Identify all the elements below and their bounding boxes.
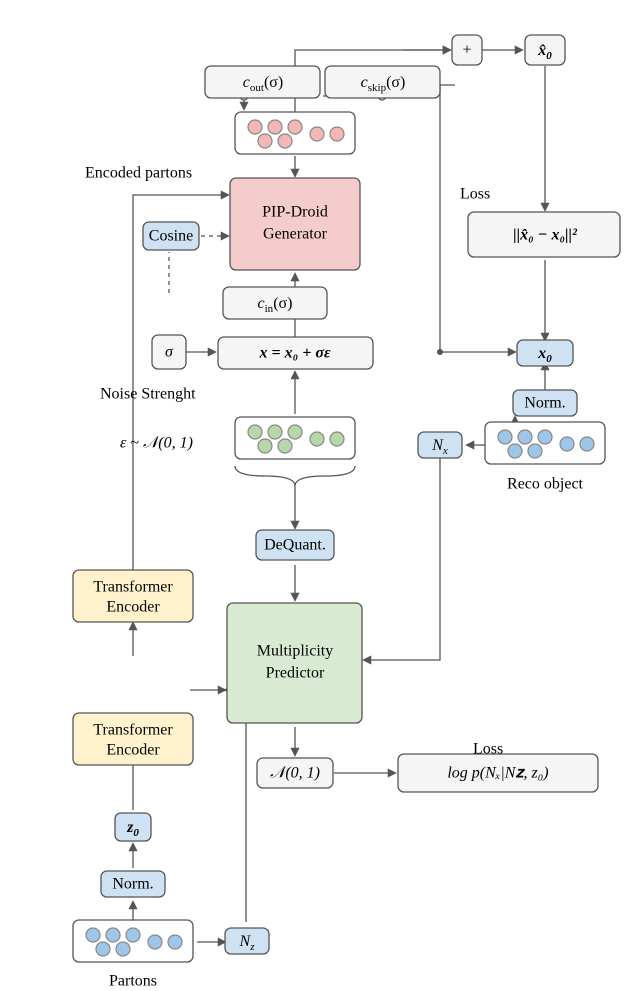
svg-text:cin(σ): cin(σ) xyxy=(258,295,293,315)
svg-text:DeQuant.: DeQuant. xyxy=(264,537,326,554)
svg-text:Norm.: Norm. xyxy=(524,395,565,412)
reco-label: Reco object xyxy=(507,476,584,493)
svg-text:Multiplicity: Multiplicity xyxy=(257,643,333,660)
svg-text:Cosine: Cosine xyxy=(149,228,193,245)
svg-text:Predictor: Predictor xyxy=(266,665,325,682)
svg-text:PIP-Droid: PIP-Droid xyxy=(262,204,328,221)
svg-text:+: + xyxy=(462,42,471,59)
svg-text:Encoder: Encoder xyxy=(106,599,160,616)
svg-text:σ: σ xyxy=(165,344,174,361)
noise-strength-label: Noise Strenght xyxy=(100,386,196,403)
eps-label: ε ~ 𝒩(0, 1) xyxy=(120,435,193,452)
svg-text:||x̂₀ − x₀||²: ||x̂₀ − x₀||² xyxy=(513,227,578,244)
svg-text:Generator: Generator xyxy=(263,226,328,243)
svg-text:Encoder: Encoder xyxy=(106,742,160,759)
svg-text:x = x₀ + σε: x = x₀ + σε xyxy=(259,345,331,362)
loss1-label: Loss xyxy=(460,186,490,203)
svg-text:𝒩(0, 1): 𝒩(0, 1) xyxy=(270,765,320,782)
svg-text:Transformer: Transformer xyxy=(93,579,173,596)
pip-droid-generator xyxy=(230,178,360,270)
multiplicity-predictor xyxy=(227,603,362,723)
svg-text:Transformer: Transformer xyxy=(93,722,173,739)
svg-text:cout(σ): cout(σ) xyxy=(243,74,283,94)
encoded-partons-label: Encoded partons xyxy=(85,165,192,182)
partons-label: Partons xyxy=(109,973,157,990)
svg-text:log p(Nₓ|N𝐳, z₀): log p(Nₓ|N𝐳, z₀) xyxy=(447,765,548,782)
svg-text:Norm.: Norm. xyxy=(112,876,153,893)
